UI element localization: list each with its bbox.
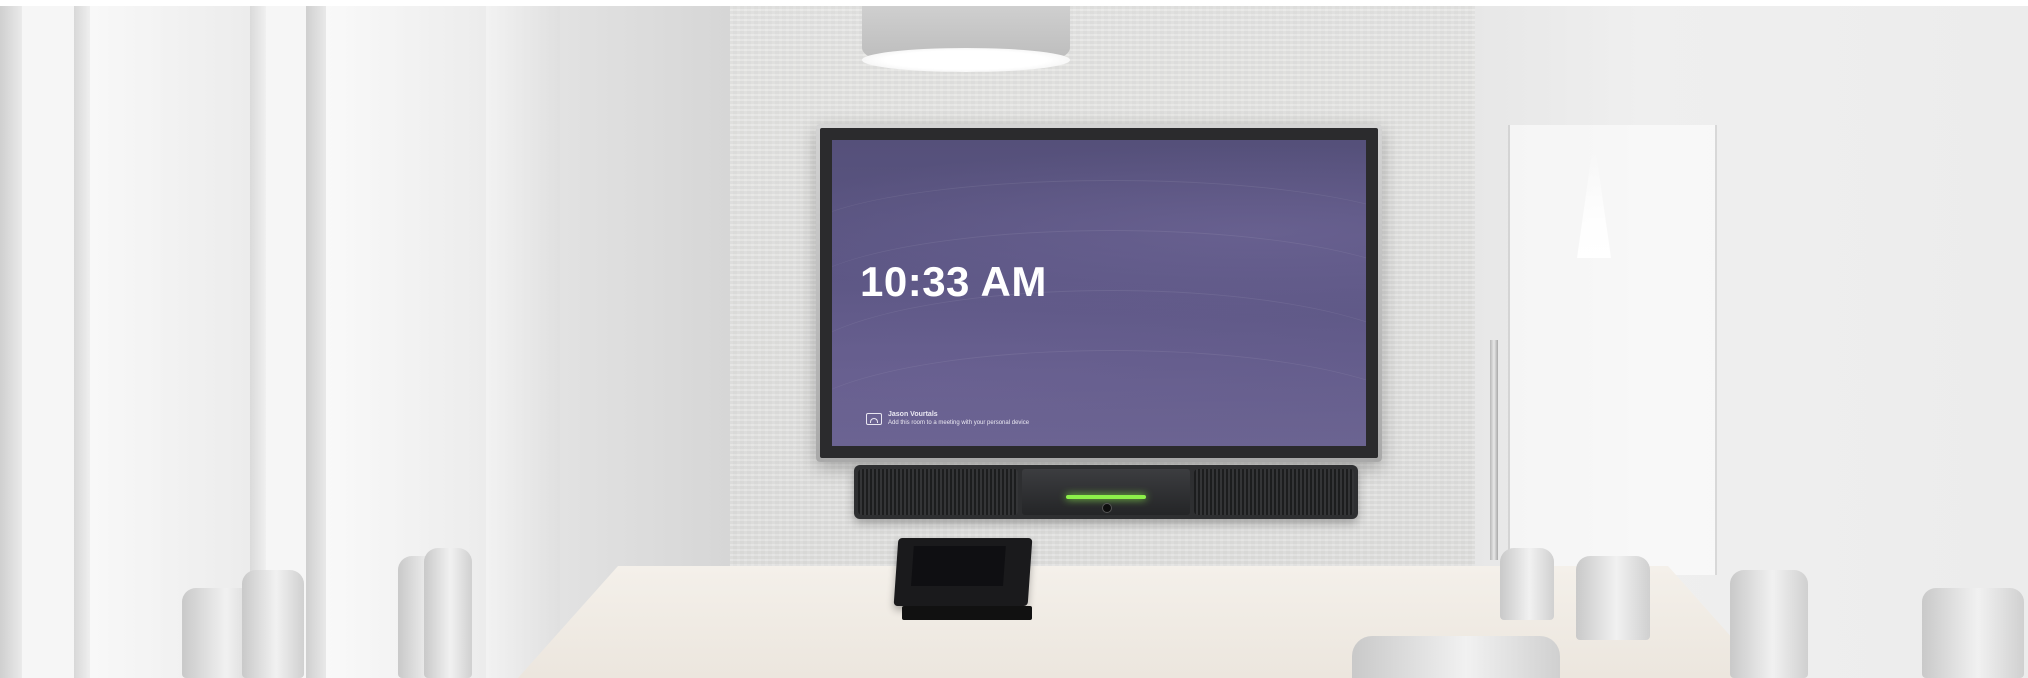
clock-time: 10:33 AM: [860, 258, 1047, 305]
screen-cast-icon: [866, 413, 882, 425]
camera-lens: [1102, 503, 1112, 513]
cast-hint: Jason Vourtals Add this room to a meetin…: [866, 410, 1029, 428]
curtain-panel: [22, 6, 74, 678]
display-bezel: 10:33 AM Jason Vourtals Add this room to…: [820, 128, 1378, 458]
conference-room-photo: 10:33 AM Jason Vourtals Add this room to…: [0, 0, 2028, 678]
pendant-lamp-rim: [862, 48, 1070, 72]
touch-panel: [893, 538, 1033, 606]
curtain-panel: [74, 6, 90, 678]
glass-door: [1508, 125, 1717, 575]
wall-display: 10:33 AM Jason Vourtals Add this room to…: [816, 124, 1382, 462]
speaker-grille-right: [1194, 469, 1354, 515]
door-handle: [1490, 340, 1498, 560]
curtain-panel: [306, 6, 326, 678]
display-screen: 10:33 AM Jason Vourtals Add this room to…: [832, 140, 1366, 446]
cast-text: Jason Vourtals Add this room to a meetin…: [888, 410, 1029, 428]
chair: [424, 548, 472, 678]
chair: [1352, 636, 1560, 678]
chair: [1922, 588, 2024, 678]
video-soundbar: [854, 465, 1358, 519]
camera-module: [1022, 469, 1190, 515]
touch-panel-screen: [911, 546, 1006, 586]
cast-subtitle: Add this room to a meeting with your per…: [888, 420, 1030, 426]
touch-panel-base: [902, 606, 1032, 620]
curtain-panel: [90, 6, 250, 678]
chair: [1576, 556, 1650, 640]
speaker-grille-left: [858, 469, 1018, 515]
chair: [1500, 548, 1554, 620]
chair: [242, 570, 304, 678]
status-led: [1066, 495, 1146, 499]
chair: [1730, 570, 1808, 678]
cast-title: Jason Vourtals: [888, 411, 938, 418]
curtain-panel: [0, 6, 22, 678]
curtain-panel: [486, 6, 560, 678]
